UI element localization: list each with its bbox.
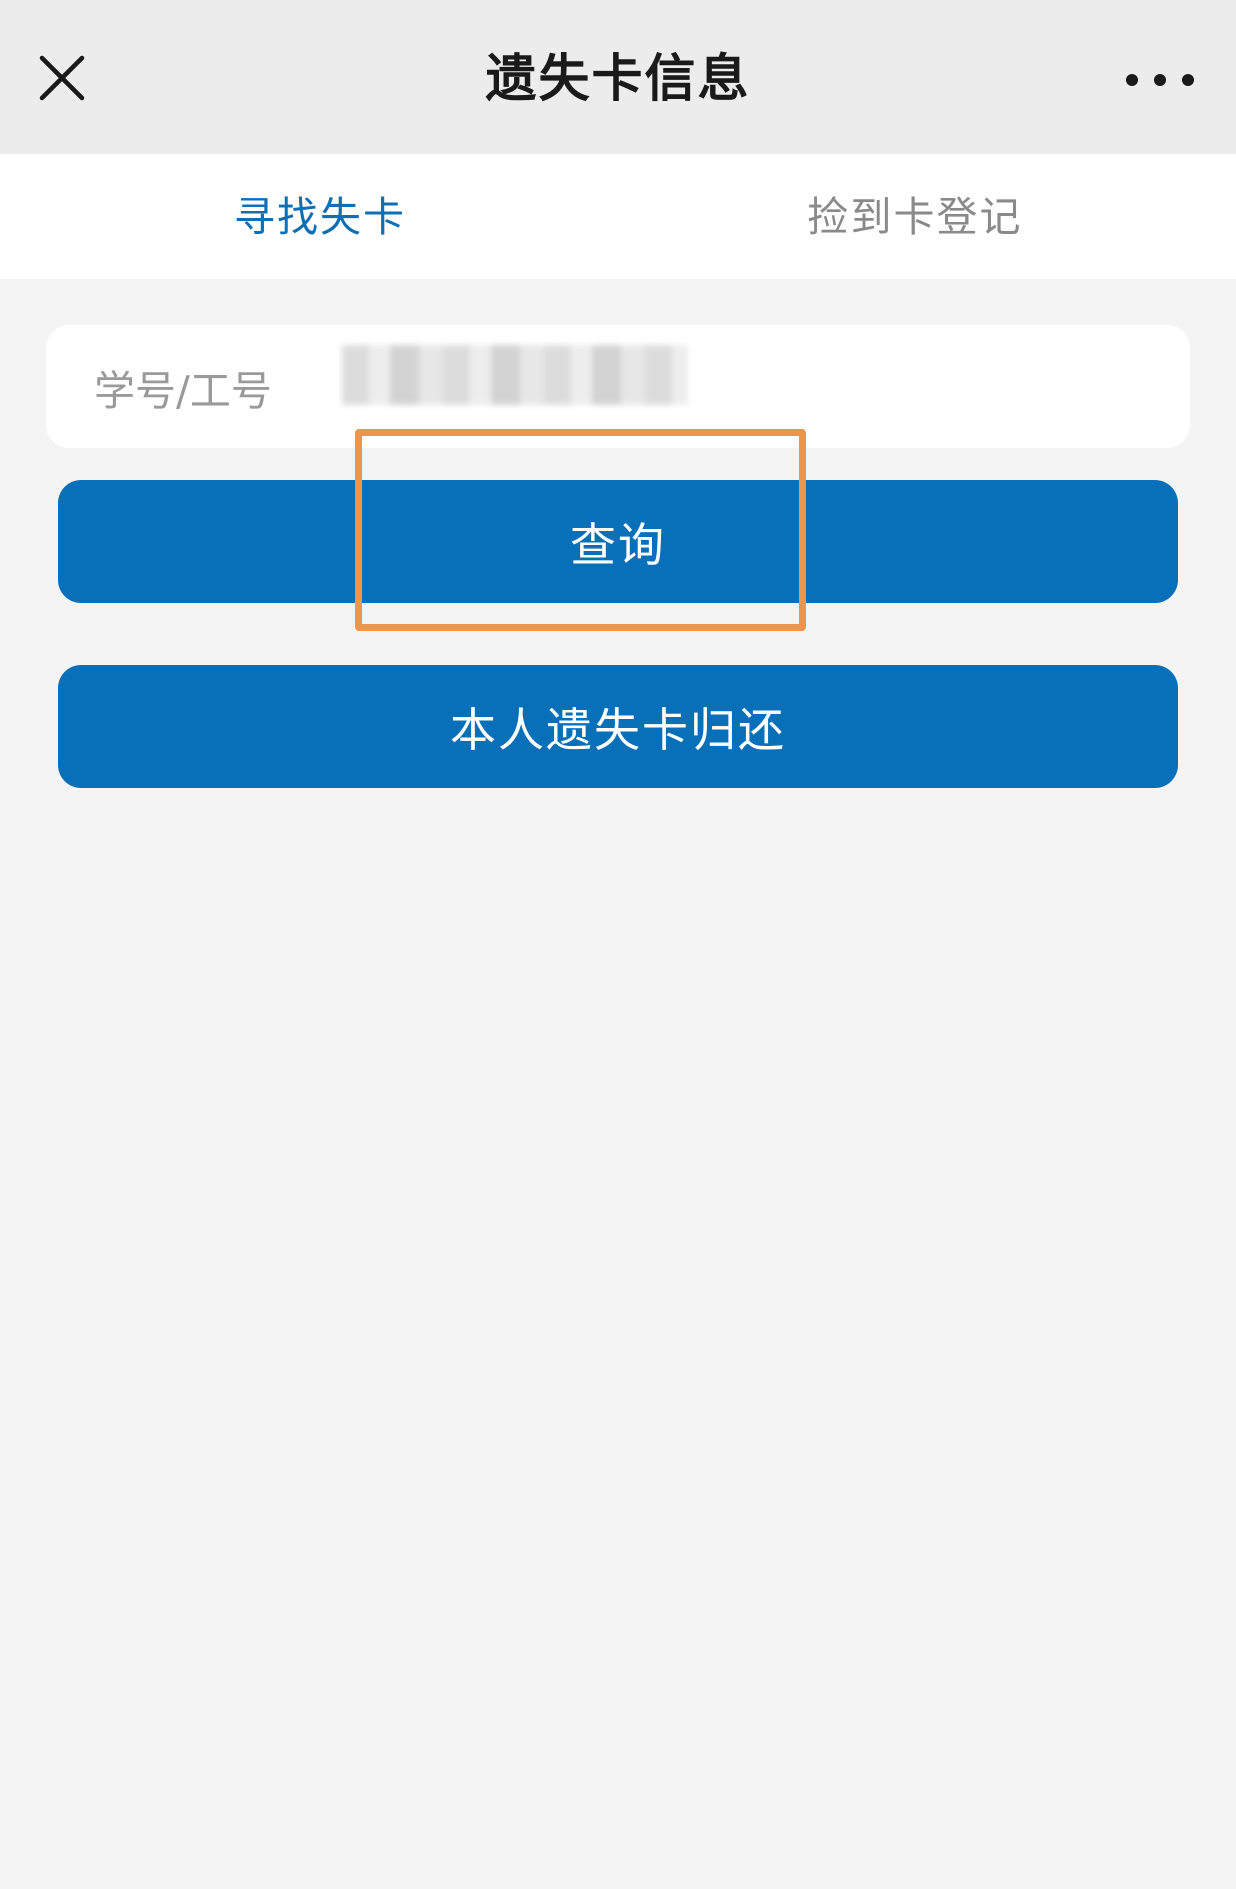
page-title: 遗失卡信息 <box>485 50 751 109</box>
tab-register-found-card[interactable]: 捡到卡登记 <box>765 154 1065 279</box>
tab-find-lost-card[interactable]: 寻找失卡 <box>170 154 470 279</box>
more-dots-icon <box>1126 74 1194 86</box>
return-own-lost-card-button[interactable]: 本人遗失卡归还 <box>58 665 1178 788</box>
page: 遗失卡信息 寻找失卡 捡到卡登记 学号/工号 查询 本人遗失卡归还 <box>0 0 1236 1889</box>
tab-bar: 寻找失卡 捡到卡登记 <box>0 154 1236 279</box>
top-navbar: 遗失卡信息 <box>0 0 1236 154</box>
query-button[interactable]: 查询 <box>58 480 1178 603</box>
id-label: 学号/工号 <box>94 366 272 415</box>
id-input[interactable] <box>388 351 734 426</box>
more-options-button[interactable] <box>1110 60 1210 100</box>
